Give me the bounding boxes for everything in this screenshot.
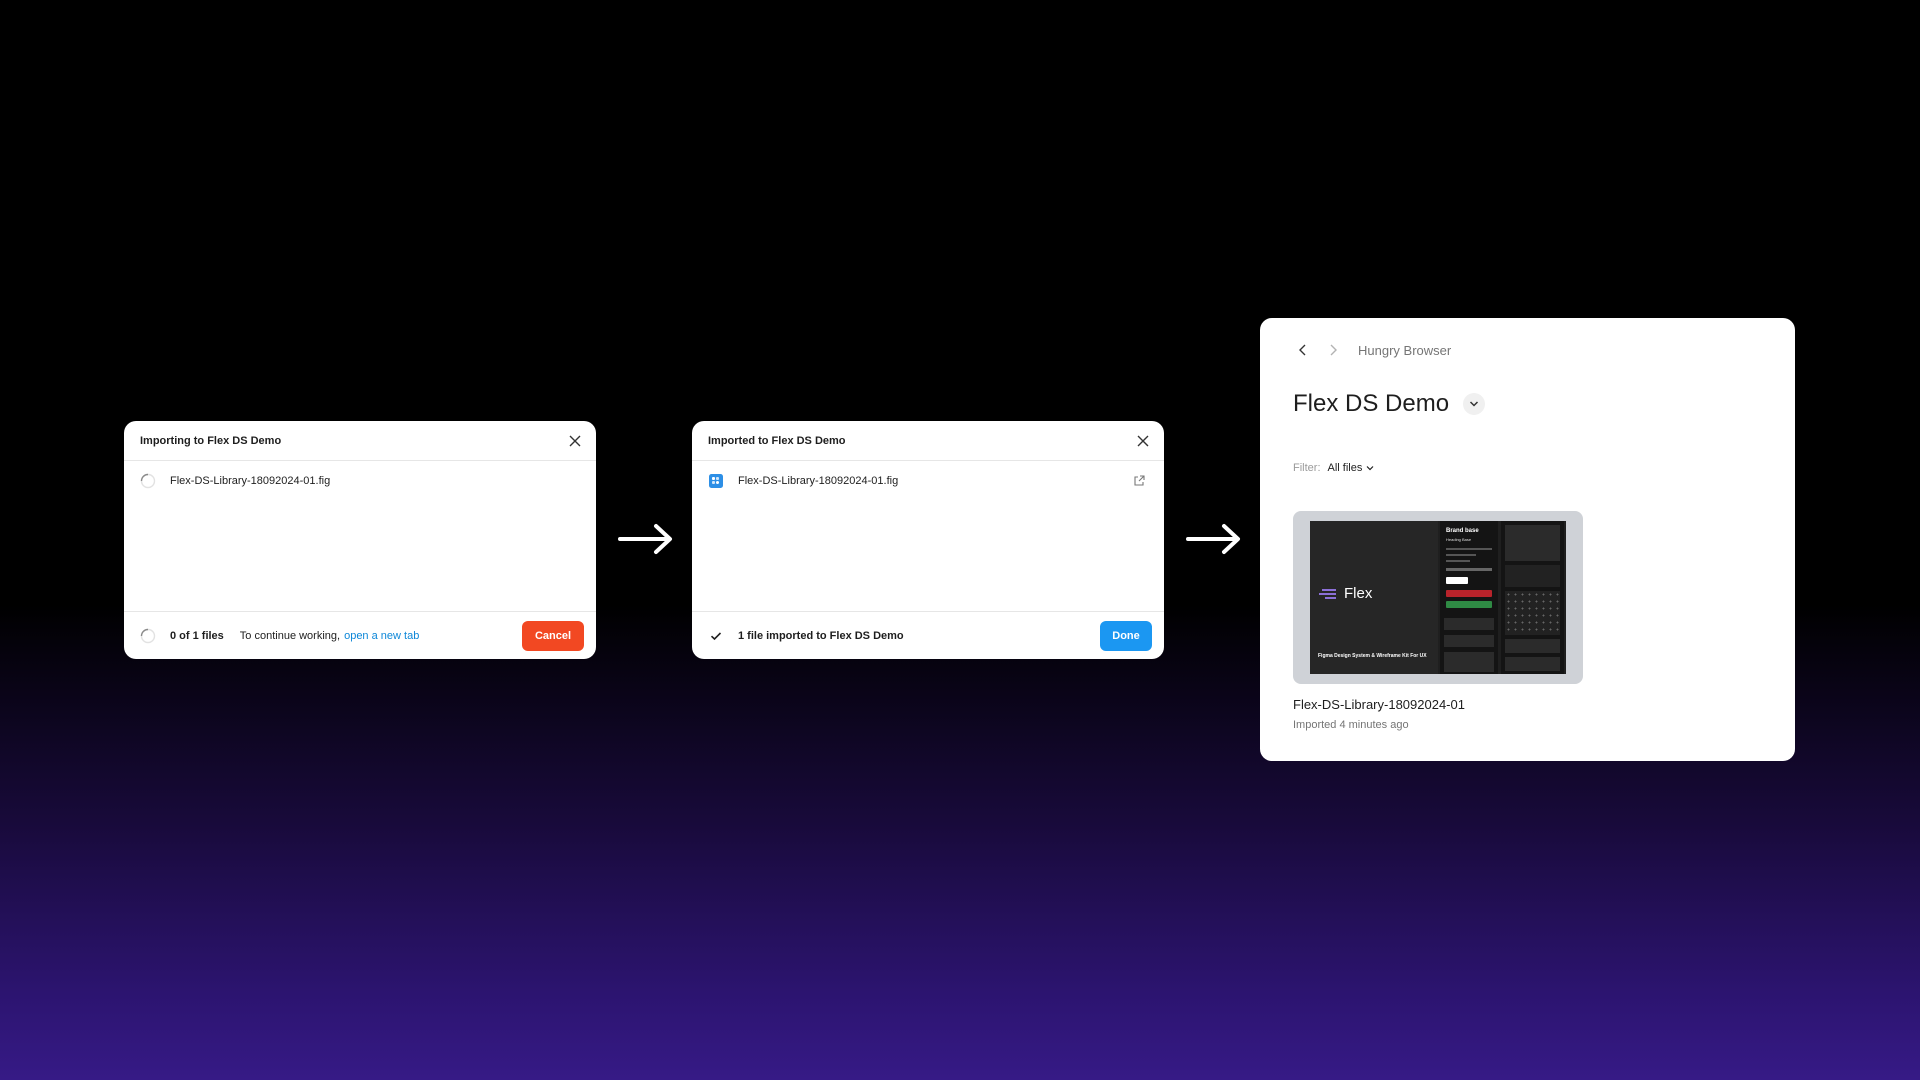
file-name: Flex-DS-Library-18092024-01.fig — [170, 475, 331, 487]
file-browser: Hungry Browser Flex DS Demo Filter: All … — [1260, 318, 1795, 761]
thumbnail-calendar — [1505, 591, 1560, 635]
project-title: Flex DS Demo — [1293, 390, 1486, 418]
thumbnail-block — [1505, 639, 1560, 653]
filter-value: All files — [1327, 462, 1363, 474]
thumbnail-block — [1444, 652, 1494, 672]
chevron-right-icon[interactable] — [1322, 339, 1344, 361]
file-thumbnail: Flex Figma Design System & Wireframe Kit… — [1310, 521, 1566, 674]
file-row: Flex-DS-Library-18092024-01.fig — [124, 461, 596, 501]
file-card-name: Flex-DS-Library-18092024-01 — [1293, 697, 1465, 712]
open-new-tab-link[interactable]: open a new tab — [344, 630, 419, 642]
arrow-right-icon — [618, 524, 672, 554]
cancel-button[interactable]: Cancel — [522, 621, 584, 651]
file-card[interactable]: Flex Figma Design System & Wireframe Kit… — [1293, 511, 1583, 731]
thumbnail-cover: Flex Figma Design System & Wireframe Kit… — [1310, 521, 1438, 674]
thumbnail-block — [1505, 657, 1560, 671]
importing-dialog: Importing to Flex DS Demo Flex-DS-Librar… — [124, 421, 596, 659]
thumbnail-panel-middle: Brand base Heading Base — [1440, 521, 1498, 674]
thumbnail-caption: Figma Design System & Wireframe Kit For … — [1318, 653, 1427, 659]
filter-dropdown[interactable]: All files — [1328, 462, 1375, 474]
continue-text: To continue working, — [239, 629, 341, 642]
chevron-left-icon[interactable] — [1292, 339, 1314, 361]
thumbnail-line — [1446, 560, 1470, 562]
thumbnail-block — [1505, 525, 1560, 561]
done-button[interactable]: Done — [1100, 621, 1152, 651]
filter-row: Filter: All files — [1293, 462, 1374, 474]
thumbnail-line — [1446, 548, 1492, 550]
dialog-title: Imported to Flex DS Demo — [708, 434, 846, 447]
close-icon[interactable] — [566, 432, 584, 450]
thumbnail-logo: Flex — [1318, 585, 1372, 602]
thumbnail-button-red — [1446, 590, 1492, 597]
thumbnail-panel-subtitle: Heading Base — [1446, 537, 1472, 542]
chevron-down-icon[interactable] — [1463, 393, 1486, 415]
thumbnail-panel-right — [1501, 521, 1564, 674]
check-icon — [708, 628, 724, 644]
progress-count: 0 of 1 files — [170, 629, 224, 642]
spinner-icon — [140, 628, 156, 644]
breadcrumb[interactable]: Hungry Browser — [1358, 343, 1451, 358]
thumbnail-line — [1446, 568, 1492, 571]
file-row[interactable]: Flex-DS-Library-18092024-01.fig — [692, 461, 1164, 501]
close-icon[interactable] — [1134, 432, 1152, 450]
thumbnail-block — [1505, 565, 1560, 587]
thumbnail-logo-text: Flex — [1344, 585, 1373, 602]
dialog-header: Imported to Flex DS Demo — [692, 421, 1164, 461]
import-status: 1 file imported to Flex DS Demo — [738, 629, 904, 642]
spinner-icon — [140, 473, 156, 489]
thumbnail-block — [1444, 635, 1494, 647]
project-title-text: Flex DS Demo — [1293, 390, 1450, 417]
file-card-meta: Imported 4 minutes ago — [1293, 719, 1409, 731]
file-thumbnail-frame: Flex Figma Design System & Wireframe Kit… — [1293, 511, 1583, 684]
imported-dialog: Imported to Flex DS Demo Flex-DS-Library… — [692, 421, 1164, 659]
dialog-title: Importing to Flex DS Demo — [140, 434, 282, 447]
navigation-bar: Hungry Browser — [1292, 334, 1451, 366]
external-link-icon[interactable] — [1132, 474, 1146, 488]
thumbnail-panel-title: Brand base — [1446, 528, 1479, 534]
fig-file-icon — [708, 473, 724, 489]
thumbnail-button-green — [1446, 601, 1492, 608]
arrow-right-icon — [1186, 524, 1240, 554]
dialog-footer: 0 of 1 files To continue working, open a… — [124, 611, 596, 659]
thumbnail-block — [1444, 618, 1494, 630]
dialog-header: Importing to Flex DS Demo — [124, 421, 596, 461]
thumbnail-line — [1446, 554, 1476, 556]
thumbnail-button-light — [1446, 577, 1468, 584]
flex-logo-icon — [1319, 588, 1336, 599]
file-name: Flex-DS-Library-18092024-01.fig — [738, 475, 899, 487]
filter-label: Filter: — [1293, 462, 1321, 474]
dialog-footer: 1 file imported to Flex DS Demo Done — [692, 611, 1164, 659]
chevron-down-icon — [1366, 466, 1374, 471]
